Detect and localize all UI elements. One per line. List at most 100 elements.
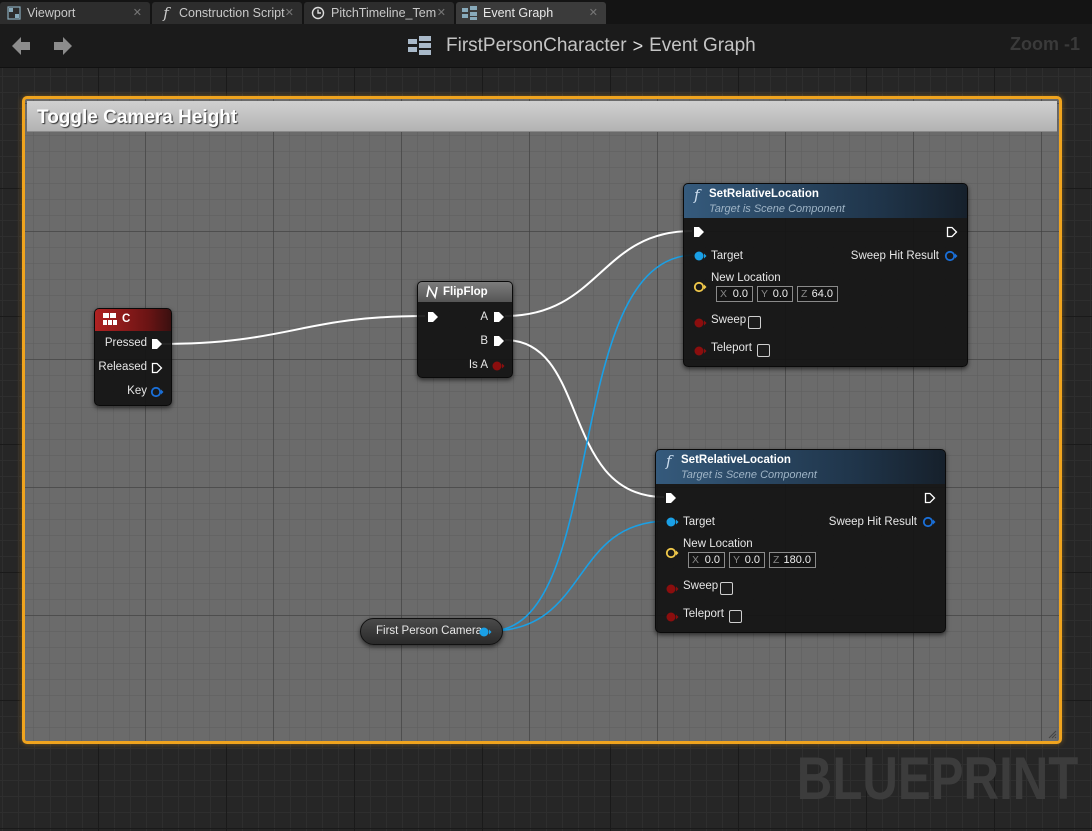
tab-label: Event Graph bbox=[483, 6, 554, 20]
object-pin-camera-icon[interactable] bbox=[478, 626, 492, 638]
breadcrumb-graph: Event Graph bbox=[649, 35, 756, 56]
node-subtitle: Target is Scene Component bbox=[681, 469, 817, 481]
pin-label-key: Key bbox=[127, 385, 147, 397]
location-x-field[interactable]: X 0.0 bbox=[716, 286, 753, 302]
zoom-level: Zoom -1 bbox=[1010, 34, 1080, 54]
exec-pin-pressed-icon[interactable] bbox=[151, 338, 163, 350]
vector-pin-new-location-icon[interactable] bbox=[693, 281, 707, 293]
close-icon[interactable]: ✕ bbox=[133, 6, 142, 19]
axis-label-z: Z bbox=[801, 288, 808, 300]
bool-pin-teleport-icon[interactable] bbox=[665, 611, 679, 623]
pin-label-new-location: New Location bbox=[711, 272, 781, 284]
breadcrumb: FirstPersonCharacter > Event Graph bbox=[408, 34, 756, 58]
blueprint-watermark: BLUEPRINT bbox=[796, 745, 1078, 812]
graph-navbar: FirstPersonCharacter > Event Graph Zoom … bbox=[0, 24, 1092, 68]
pin-label-sweep-hit-result: Sweep Hit Result bbox=[850, 250, 939, 262]
flipflop-node[interactable]: FlipFlop A B Is A bbox=[417, 281, 513, 378]
keyboard-icon bbox=[103, 313, 117, 329]
exec-pin-b-icon[interactable] bbox=[493, 335, 505, 347]
location-y-field[interactable]: Y 0.0 bbox=[757, 286, 793, 302]
struct-pin-key-icon[interactable] bbox=[150, 386, 164, 398]
comment-header[interactable]: Toggle Camera Height bbox=[27, 101, 1057, 132]
field-value: 0.0 bbox=[704, 554, 720, 566]
tab-label: Viewport bbox=[27, 6, 76, 20]
breadcrumb-blueprint[interactable]: FirstPersonCharacter bbox=[446, 35, 627, 57]
location-z-field[interactable]: Z 180.0 bbox=[769, 552, 816, 568]
pin-label-pressed: Pressed bbox=[104, 337, 147, 349]
struct-pin-sweep-hit-icon[interactable] bbox=[944, 250, 958, 262]
tab-pitch-timeline[interactable]: PitchTimeline_Tem ✕ bbox=[304, 2, 454, 24]
pin-label-new-location: New Location bbox=[683, 538, 753, 550]
forward-arrow-icon[interactable] bbox=[50, 33, 76, 59]
pin-label-released: Released bbox=[98, 361, 147, 373]
sweep-checkbox[interactable] bbox=[720, 582, 733, 595]
vector-pin-new-location-icon[interactable] bbox=[665, 547, 679, 559]
bool-pin-sweep-icon[interactable] bbox=[665, 583, 679, 595]
field-value: 180.0 bbox=[783, 554, 811, 566]
pin-label-teleport: Teleport bbox=[711, 342, 752, 354]
teleport-checkbox[interactable] bbox=[757, 344, 770, 357]
pin-label-sweep: Sweep bbox=[683, 580, 719, 592]
set-relative-location-node-2[interactable]: f SetRelativeLocation Target is Scene Co… bbox=[655, 449, 946, 633]
bool-pin-is-a-icon[interactable] bbox=[491, 360, 505, 372]
bool-pin-sweep-icon[interactable] bbox=[693, 317, 707, 329]
exec-pin-output-icon[interactable] bbox=[924, 492, 936, 504]
pin-label-sweep-hit-result: Sweep Hit Result bbox=[828, 516, 917, 528]
field-value: 0.0 bbox=[744, 554, 760, 566]
sweep-checkbox[interactable] bbox=[748, 316, 761, 329]
pin-label-b: B bbox=[480, 335, 488, 347]
field-value: 64.0 bbox=[811, 288, 833, 300]
exec-pin-input-icon[interactable] bbox=[665, 492, 677, 504]
pin-label-target: Target bbox=[683, 516, 715, 528]
back-arrow-icon[interactable] bbox=[8, 33, 34, 59]
first-person-camera-node[interactable]: First Person Camera bbox=[360, 618, 503, 645]
axis-label-y: Y bbox=[733, 554, 741, 566]
node-title: FlipFlop bbox=[443, 286, 488, 298]
tab-construction-script[interactable]: f Construction Script ✕ bbox=[152, 2, 302, 24]
node-subtitle: Target is Scene Component bbox=[709, 203, 845, 215]
location-z-field[interactable]: Z 64.0 bbox=[797, 286, 838, 302]
axis-label-z: Z bbox=[773, 554, 780, 566]
close-icon[interactable]: ✕ bbox=[285, 6, 294, 19]
axis-label-y: Y bbox=[761, 288, 769, 300]
function-icon: f bbox=[666, 452, 672, 470]
comment-title: Toggle Camera Height bbox=[37, 107, 238, 128]
exec-pin-input-icon[interactable] bbox=[427, 311, 439, 323]
close-icon[interactable]: ✕ bbox=[589, 6, 598, 19]
field-value: 0.0 bbox=[772, 288, 788, 300]
exec-pin-output-icon[interactable] bbox=[946, 226, 958, 238]
tab-label: PitchTimeline_Tem bbox=[331, 6, 437, 20]
object-pin-target-icon[interactable] bbox=[693, 250, 707, 262]
viewport-icon bbox=[6, 5, 22, 21]
close-icon[interactable]: ✕ bbox=[437, 6, 446, 19]
node-title: SetRelativeLocation bbox=[681, 454, 791, 466]
pin-label-sweep: Sweep bbox=[711, 314, 747, 326]
set-relative-location-node-1[interactable]: f SetRelativeLocation Target is Scene Co… bbox=[683, 183, 968, 367]
pin-label-target: Target bbox=[711, 250, 743, 262]
tab-event-graph[interactable]: Event Graph ✕ bbox=[456, 2, 606, 24]
tab-viewport[interactable]: Viewport ✕ bbox=[0, 2, 150, 24]
resize-grip-icon[interactable] bbox=[1047, 729, 1057, 739]
pin-label-is-a: Is A bbox=[468, 359, 488, 371]
key-event-node[interactable]: C Pressed Released Key bbox=[94, 308, 172, 406]
struct-pin-sweep-hit-icon[interactable] bbox=[922, 516, 936, 528]
pin-label-teleport: Teleport bbox=[683, 608, 724, 620]
axis-label-x: X bbox=[720, 288, 728, 300]
axis-label-x: X bbox=[692, 554, 700, 566]
exec-pin-released-icon[interactable] bbox=[151, 362, 163, 374]
location-x-field[interactable]: X 0.0 bbox=[688, 552, 725, 568]
macro-icon bbox=[425, 284, 439, 302]
bool-pin-teleport-icon[interactable] bbox=[693, 345, 707, 357]
teleport-checkbox[interactable] bbox=[729, 610, 742, 623]
field-value: 0.0 bbox=[732, 288, 748, 300]
exec-pin-a-icon[interactable] bbox=[493, 311, 505, 323]
object-pin-target-icon[interactable] bbox=[665, 516, 679, 528]
location-y-field[interactable]: Y 0.0 bbox=[729, 552, 765, 568]
breadcrumb-separator: > bbox=[632, 35, 644, 56]
tab-bar: Viewport ✕ f Construction Script ✕ Pitch… bbox=[0, 0, 1092, 24]
function-icon: f bbox=[163, 4, 169, 22]
tab-label: Construction Script bbox=[179, 6, 285, 20]
node-title: SetRelativeLocation bbox=[709, 188, 819, 200]
blueprint-icon bbox=[408, 36, 434, 56]
exec-pin-input-icon[interactable] bbox=[693, 226, 705, 238]
